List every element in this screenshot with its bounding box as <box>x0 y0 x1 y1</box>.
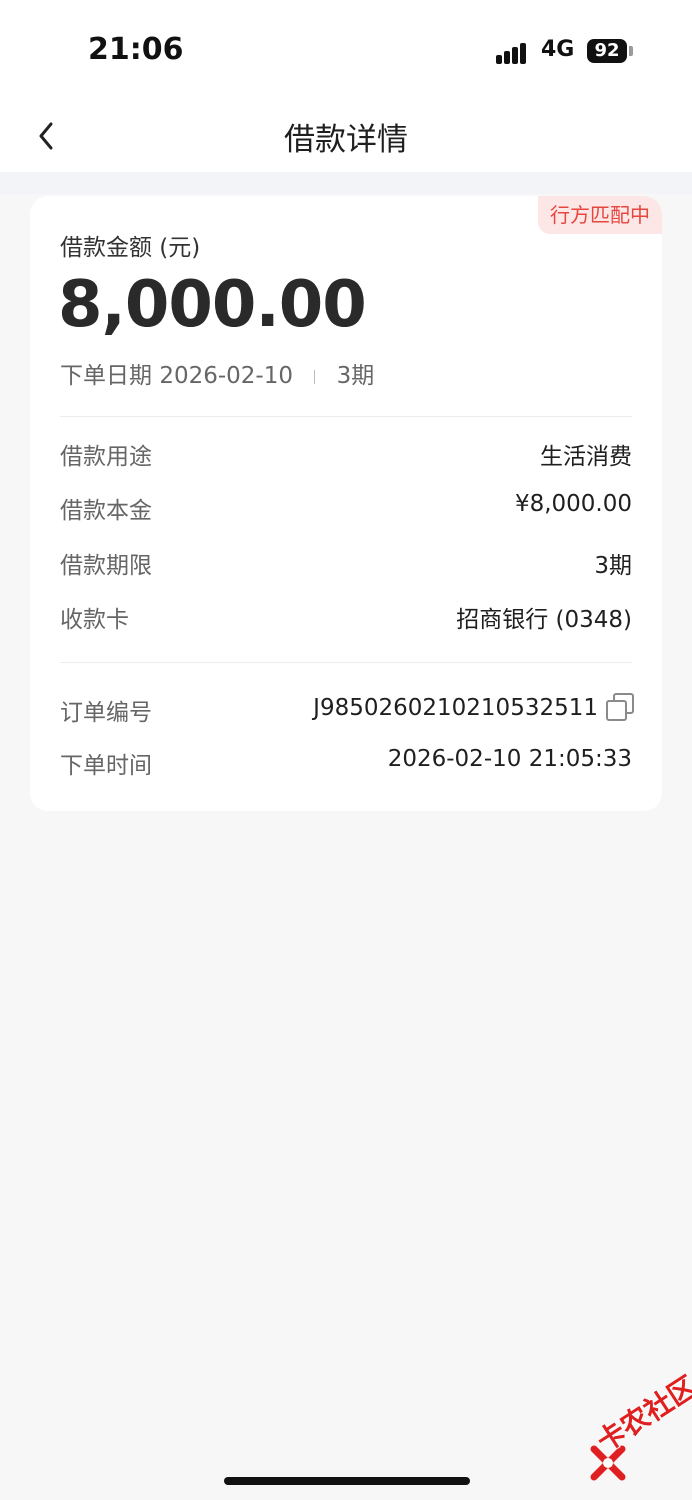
order-time: 2026-02-10 21:05:33 <box>387 746 632 772</box>
detail-label: 借款期限 <box>60 553 152 579</box>
detail-value: 3期 <box>594 553 632 579</box>
order-number-label: 订单编号 <box>60 700 152 726</box>
order-meta: 下单日期 2026-02-10 3期 <box>60 356 374 390</box>
detail-label: 借款本金 <box>60 498 152 524</box>
order-number: J9850260210210532511 <box>313 695 598 721</box>
status-badge: 行方匹配中 <box>538 196 662 234</box>
detail-row-principal: 借款本金 ¥8,000.00 <box>60 487 632 527</box>
order-date-label: 下单日期 <box>60 363 152 389</box>
status-time: 21:06 <box>88 32 184 67</box>
battery-icon: 92 <box>587 39 627 63</box>
copy-icon[interactable] <box>606 693 634 721</box>
status-bar: 21:06 4G 92 <box>0 0 692 100</box>
detail-label: 借款用途 <box>60 444 152 470</box>
loan-detail-card: 行方匹配中 借款金额 (元) 8,000.00 下单日期 2026-02-10 … <box>30 196 662 811</box>
nav-divider <box>0 172 692 194</box>
detail-value: 生活消费 <box>540 444 632 470</box>
detail-row-order-number: 订单编号 J9850260210210532511 <box>60 689 634 729</box>
meta-separator <box>314 369 316 384</box>
detail-row-term: 借款期限 3期 <box>60 542 632 582</box>
home-indicator[interactable] <box>224 1477 470 1485</box>
detail-row-purpose: 借款用途 生活消费 <box>60 433 632 473</box>
detail-row-card: 收款卡 招商银行 (0348) <box>60 596 632 636</box>
section-divider <box>60 662 632 663</box>
order-number-value: J9850260210210532511 <box>313 693 634 721</box>
detail-label: 收款卡 <box>60 607 129 633</box>
detail-value: 招商银行 (0348) <box>456 607 632 633</box>
amount-label: 借款金额 (元) <box>60 235 201 261</box>
nav-bar: 借款详情 <box>0 100 692 172</box>
order-time-label: 下单时间 <box>60 753 152 779</box>
loan-amount: 8,000.00 <box>58 268 367 342</box>
page-title: 借款详情 <box>284 122 408 158</box>
order-date: 2026-02-10 <box>159 363 293 389</box>
detail-value: ¥8,000.00 <box>514 491 632 517</box>
section-divider <box>60 416 632 417</box>
network-type: 4G <box>541 37 575 62</box>
cellular-signal-icon <box>496 40 532 64</box>
battery-tip <box>629 46 633 56</box>
watermark: 卡农社区 <box>590 1369 692 1459</box>
detail-row-order-time: 下单时间 2026-02-10 21:05:33 <box>60 742 632 782</box>
loan-periods: 3期 <box>336 363 375 389</box>
